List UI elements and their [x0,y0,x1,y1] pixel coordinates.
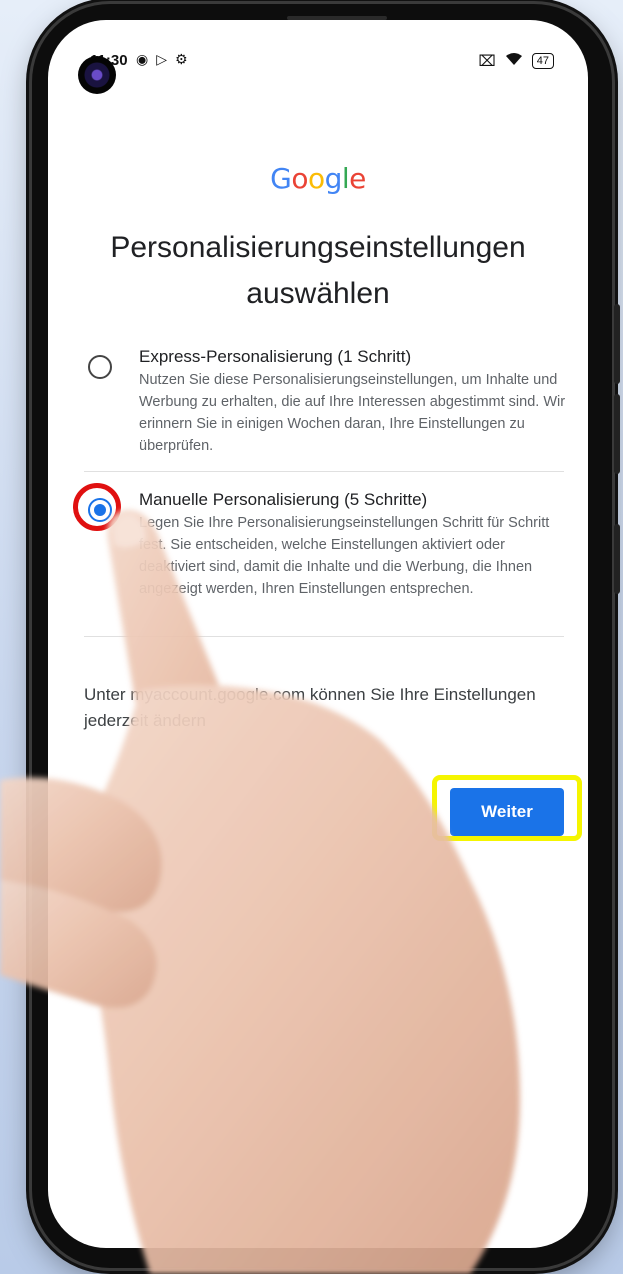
google-logo: Google [48,162,588,195]
phone-frame: 11:30 ◉ ▷ ⚙ ⌧ 47 Google Personalisierung… [32,4,620,1268]
google-logo-text: Google [270,162,366,195]
notification-icon: ◉ [136,51,149,67]
status-icons-right: ⌧ 47 [478,51,554,71]
volume-down-button [614,394,620,474]
settings-icon: ⚙ [175,51,188,67]
option-express-title: Express-Personalisierung (1 Schritt) [139,347,412,366]
divider [84,636,564,637]
divider [84,471,564,472]
option-manual-text: Manuelle Personalisierung (5 Schritte) L… [139,488,569,600]
mute-icon: ⌧ [478,53,496,70]
option-manual-title: Manuelle Personalisierung (5 Schritte) [139,490,428,509]
option-express-text: Express-Personalisierung (1 Schritt) Nut… [139,345,569,457]
screen: 11:30 ◉ ▷ ⚙ ⌧ 47 Google Personalisierung… [48,20,588,1248]
status-bar: 11:30 ◉ ▷ ⚙ ⌧ 47 [48,48,588,76]
footer-text: Unter myaccount.google.com können Sie Ih… [84,685,536,730]
next-button[interactable]: Weiter [450,788,564,836]
option-manual-description: Legen Sie Ihre Personalisierungseinstell… [139,515,550,597]
play-store-icon: ▷ [156,51,167,67]
power-button [614,524,620,594]
page-title: Personalisierungseinstellungen auswählen [110,231,526,310]
option-express-description: Nutzen Sie diese Personalisierungseinste… [139,372,566,454]
volume-up-button [614,304,620,384]
battery-icon: 47 [531,53,554,69]
wifi-icon [504,51,524,71]
front-camera [78,56,116,94]
radio-highlight-ring [73,483,121,531]
status-icons-left: ◉ ▷ ⚙ [136,51,188,68]
radio-express[interactable] [88,355,112,379]
